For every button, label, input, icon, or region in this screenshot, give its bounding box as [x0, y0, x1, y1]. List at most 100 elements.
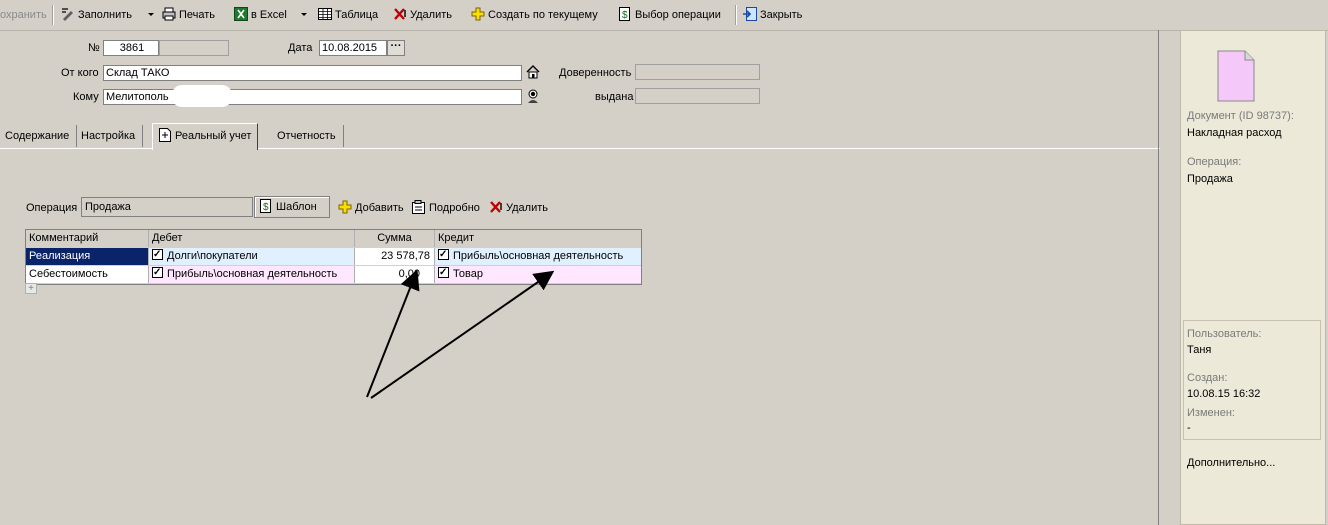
debit-value: Прибыль\основная деятельность	[167, 268, 338, 280]
delete-button[interactable]: Удалить	[393, 7, 452, 23]
row-comment[interactable]: Реализация	[26, 248, 149, 265]
doc-label: Документ	[1187, 110, 1236, 122]
add-row-button[interactable]: +	[25, 283, 37, 294]
redaction-mask	[172, 85, 232, 107]
to-field[interactable]: Мелитополь ,Г	[103, 89, 522, 105]
document-icon	[159, 128, 171, 142]
created-label: Создан:	[1187, 372, 1228, 384]
delete-row-button[interactable]: Удалить	[489, 200, 548, 216]
fill-dropdown-arrow[interactable]	[147, 7, 155, 23]
number-label: №	[88, 42, 100, 54]
table-label: Таблица	[335, 9, 379, 21]
print-label: Печать	[179, 9, 216, 21]
debit-checkbox[interactable]	[152, 248, 163, 263]
issued-field[interactable]	[635, 88, 760, 104]
template-button[interactable]: $ Шаблон	[254, 196, 330, 218]
close-button[interactable]: Закрыть	[743, 7, 802, 23]
grid-header: Комментарий Дебет Сумма Кредит	[26, 230, 641, 248]
row-comment[interactable]: Себестоимость	[26, 266, 149, 283]
doc-label-line: Документ (ID 98737):	[1187, 110, 1294, 122]
toolbar-separator	[52, 5, 54, 25]
header-debit[interactable]: Дебет	[149, 230, 355, 247]
row-credit[interactable]: Прибыль\основная деятельность	[435, 248, 641, 265]
close-label: Закрыть	[760, 9, 803, 21]
date-label: Дата	[288, 42, 313, 54]
tab-real-accounting[interactable]: Реальный учет	[152, 123, 259, 150]
header-credit[interactable]: Кредит	[435, 230, 641, 247]
details-icon	[412, 200, 425, 214]
template-icon: $	[260, 199, 271, 213]
fill-label: Заполнить	[78, 9, 133, 21]
row-credit[interactable]: Товар	[435, 266, 641, 283]
changed-label: Изменен:	[1187, 407, 1235, 419]
plus-icon	[338, 200, 352, 214]
excel-dropdown-arrow[interactable]	[300, 7, 308, 23]
toolbar-separator	[735, 5, 737, 25]
more-link[interactable]: Дополнительно...	[1187, 457, 1275, 469]
details-button[interactable]: Подробно	[412, 200, 480, 216]
svg-text:$: $	[622, 10, 628, 21]
info-panel	[1180, 30, 1326, 525]
svg-text:$: $	[263, 202, 269, 213]
header-sum[interactable]: Сумма	[355, 230, 435, 247]
print-button[interactable]: Печать	[162, 7, 215, 23]
table-row[interactable]: Себестоимость Прибыль\основная деятельно…	[26, 266, 641, 284]
issued-label: выдана	[595, 91, 634, 103]
row-debit[interactable]: Долги\покупатели	[149, 248, 355, 265]
excel-label: в Excel	[251, 9, 287, 21]
tab-real-accounting-label: Реальный учет	[175, 130, 252, 142]
entries-grid: Комментарий Дебет Сумма Кредит Реализаци…	[25, 229, 642, 285]
details-label: Подробно	[429, 202, 480, 214]
credit-checkbox[interactable]	[438, 266, 449, 281]
trust-label: Доверенность	[559, 67, 632, 79]
table-row[interactable]: Реализация Долги\покупатели 23 578,78 Пр…	[26, 248, 641, 266]
arrow-to-sum	[366, 269, 420, 398]
row-sum[interactable]: 23 578,78	[355, 248, 435, 265]
fill-button[interactable]: Заполнить	[61, 7, 132, 23]
add-button[interactable]: Добавить	[338, 200, 404, 216]
select-operation-button[interactable]: $ Выбор операции	[618, 7, 721, 23]
created-value: 10.08.15 16:32	[1187, 388, 1261, 400]
user-label: Пользователь:	[1187, 328, 1262, 340]
document-icon	[1217, 50, 1255, 102]
tab-content[interactable]: Содержание	[0, 125, 78, 147]
number-extra-field	[159, 40, 229, 56]
printer-icon	[162, 7, 176, 21]
operation-field[interactable]: Продажа	[81, 197, 253, 217]
content-right-border	[1158, 30, 1159, 525]
credit-checkbox[interactable]	[438, 248, 449, 263]
excel-icon	[234, 7, 248, 21]
save-button[interactable]: охранить	[0, 7, 47, 23]
to-label: Кому	[73, 91, 99, 103]
fill-icon	[62, 8, 73, 21]
operation-icon: $	[619, 7, 630, 21]
changed-value: -	[1187, 422, 1191, 434]
operation-side-value: Продажа	[1187, 173, 1233, 185]
person-icon[interactable]	[525, 88, 541, 104]
delete-icon	[490, 201, 502, 213]
arrow-to-credit	[370, 270, 555, 399]
trust-field[interactable]	[635, 64, 760, 80]
create-label: Создать по текущему	[488, 9, 598, 21]
debit-value: Долги\покупатели	[167, 250, 258, 262]
save-label: охранить	[0, 9, 47, 21]
create-from-current-button[interactable]: Создать по текущему	[471, 7, 598, 23]
tab-reports[interactable]: Отчетность	[270, 125, 344, 147]
debit-checkbox[interactable]	[152, 266, 163, 281]
date-picker-button[interactable]: ···	[387, 40, 405, 56]
warehouse-home-icon[interactable]	[525, 64, 541, 80]
row-sum[interactable]: 0,00	[355, 266, 435, 283]
excel-button[interactable]: в Excel	[234, 7, 287, 23]
table-button[interactable]: Таблица	[318, 7, 378, 23]
table-icon	[318, 8, 332, 20]
header-comment[interactable]: Комментарий	[26, 230, 149, 247]
tab-settings[interactable]: Настройка	[74, 125, 144, 147]
from-field[interactable]: Склад ТАКО	[103, 65, 522, 81]
add-label: Добавить	[355, 202, 404, 214]
operation-side-label: Операция:	[1187, 156, 1242, 168]
date-field[interactable]: 10.08.2015	[319, 40, 387, 56]
template-label: Шаблон	[276, 201, 317, 213]
number-field[interactable]: 3861	[103, 40, 159, 56]
row-debit[interactable]: Прибыль\основная деятельность	[149, 266, 355, 283]
user-value: Таня	[1187, 344, 1212, 356]
